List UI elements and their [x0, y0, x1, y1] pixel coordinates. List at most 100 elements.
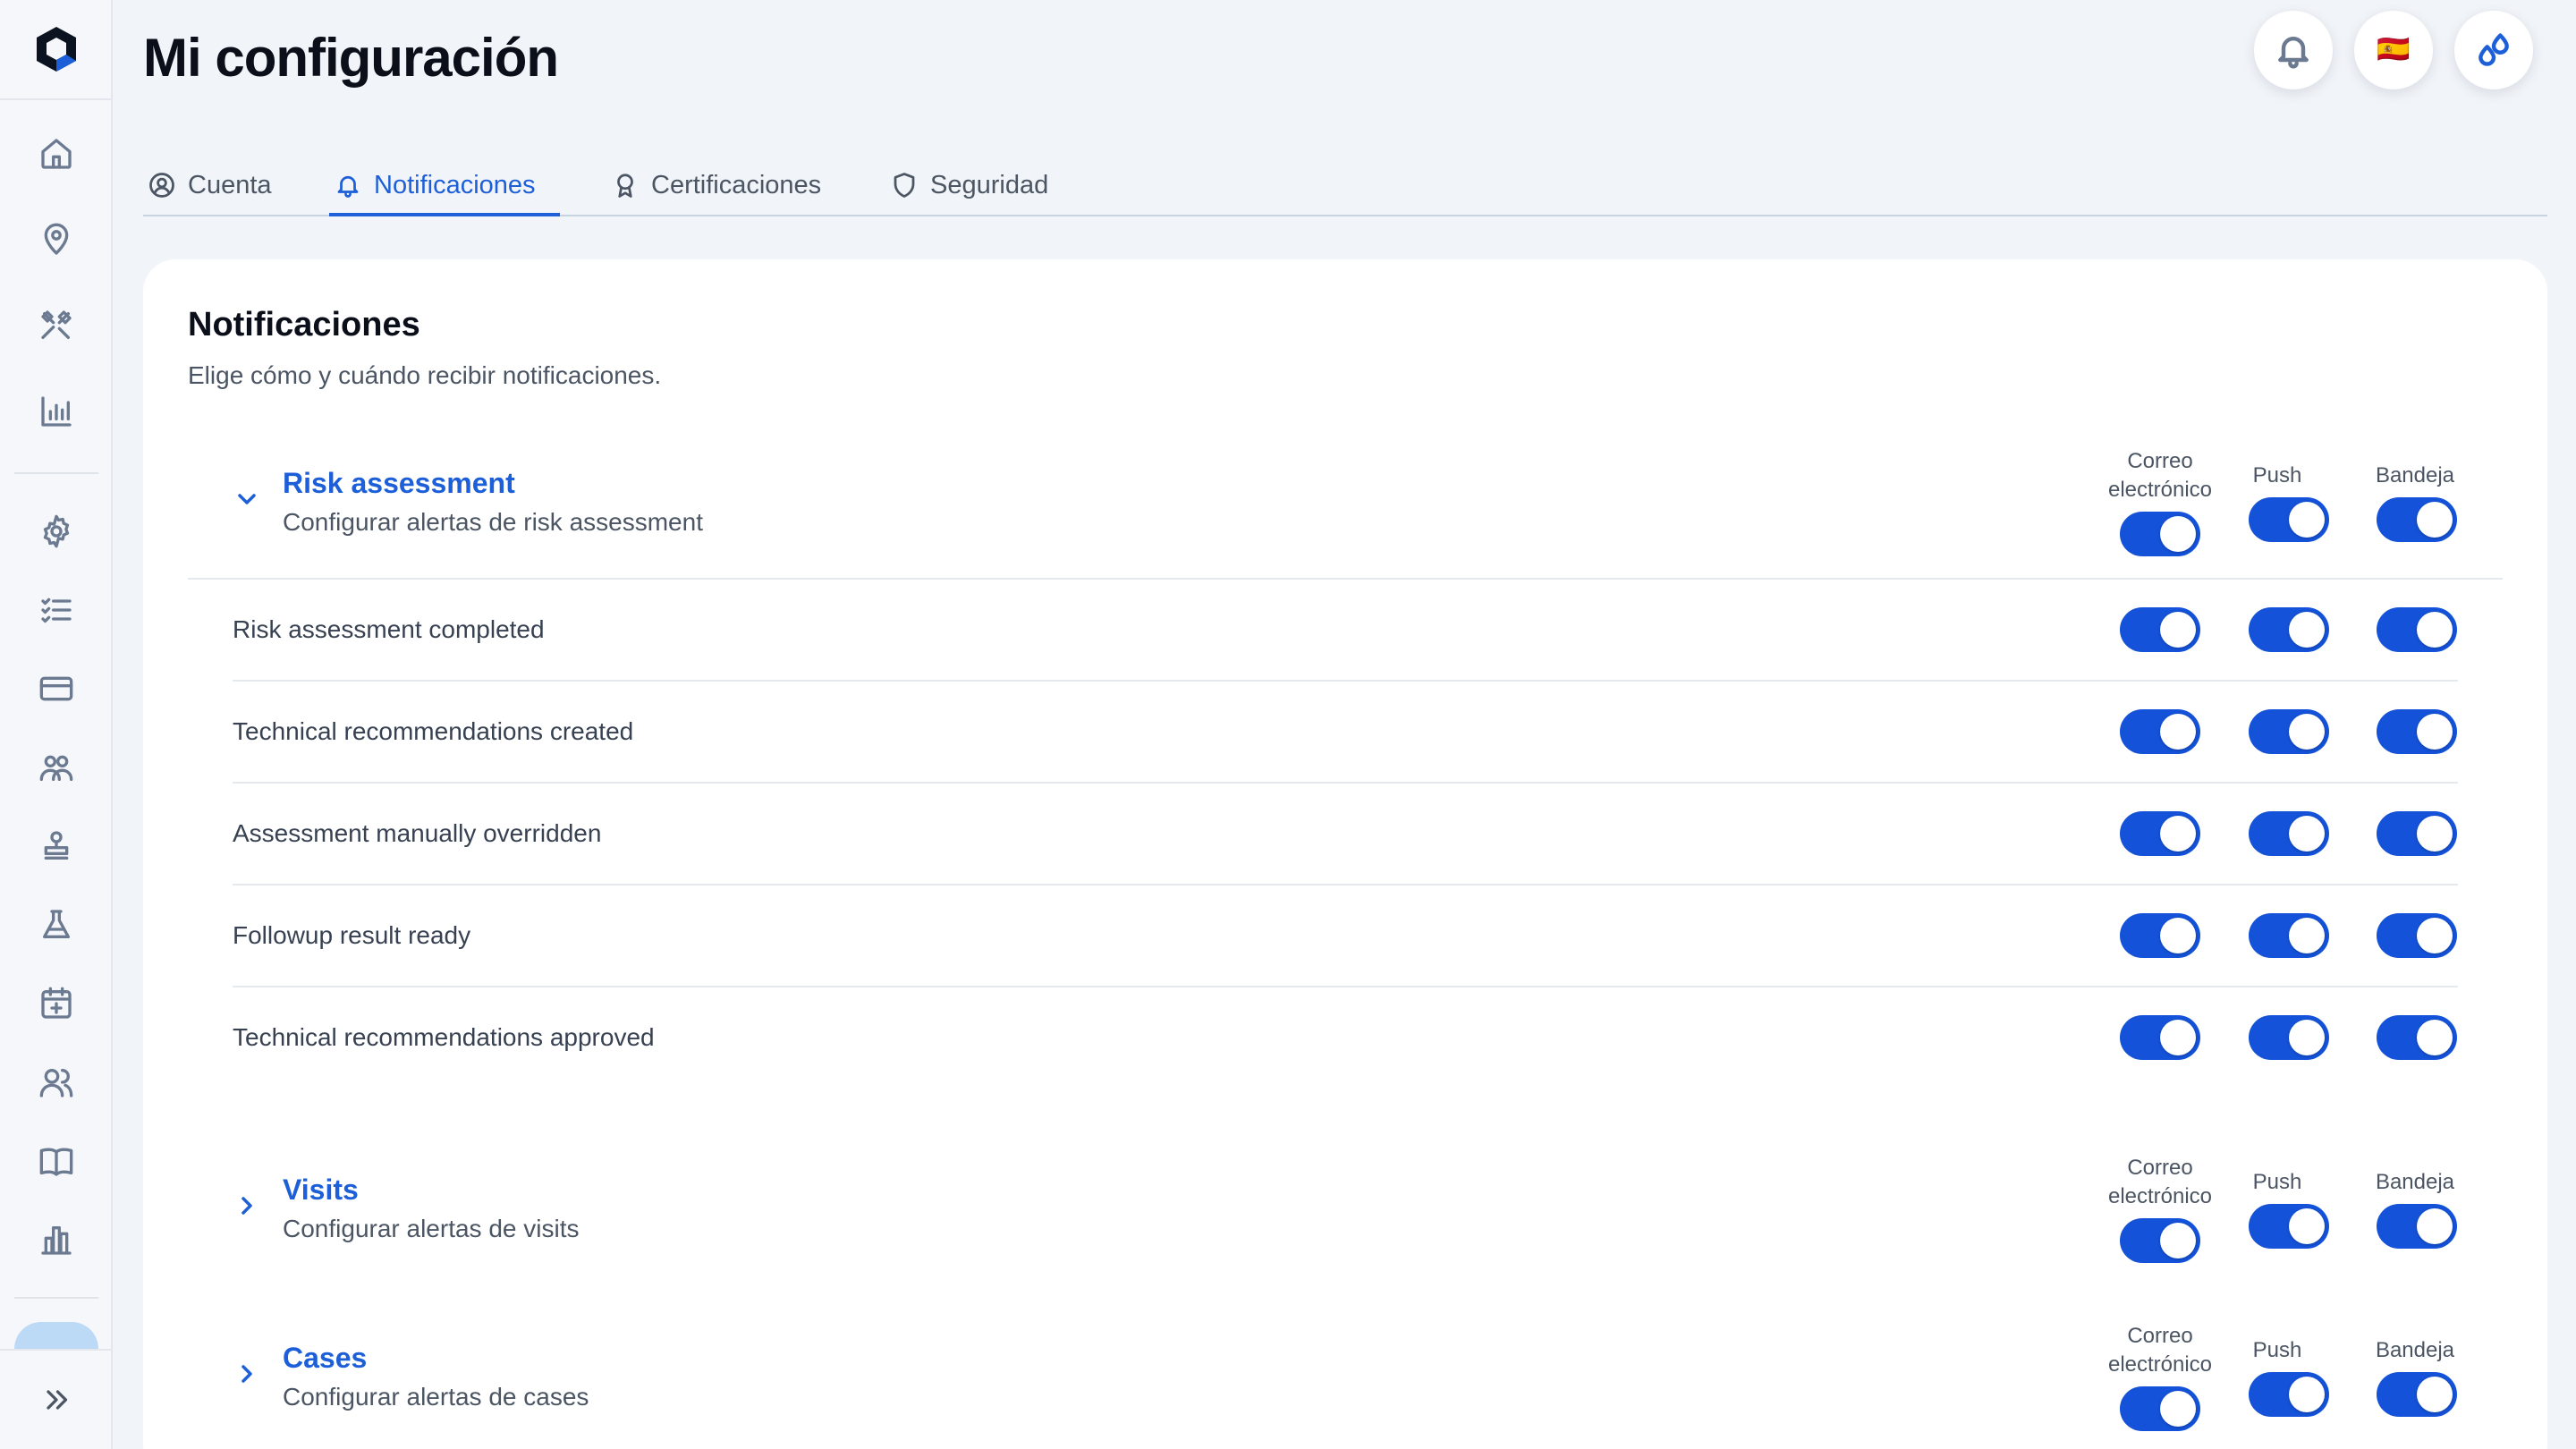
lab-flask-icon[interactable]	[35, 903, 78, 946]
row-divider	[233, 680, 2458, 682]
section-description: Configurar alertas de risk assessment	[283, 508, 703, 536]
section-push-toggle[interactable]	[2249, 497, 2329, 542]
section-title[interactable]: Cases	[283, 1342, 367, 1375]
building-chart-icon[interactable]	[35, 1218, 78, 1261]
section-inbox-toggle[interactable]	[2377, 497, 2457, 542]
column-label-inbox: Bandeja	[2375, 1170, 2455, 1194]
sidebar-divider	[14, 1297, 98, 1299]
bell-icon	[2278, 37, 2309, 69]
row-email-toggle[interactable]	[2120, 913, 2200, 958]
checklist-icon[interactable]	[35, 589, 78, 631]
column-label-email: Correo electrónico	[2093, 1322, 2227, 1379]
row-inbox-toggle[interactable]	[2377, 1015, 2457, 1060]
tab-seguridad[interactable]: Seguridad	[891, 156, 1048, 215]
tools-icon[interactable]	[35, 304, 78, 347]
user-circle-icon	[149, 173, 174, 198]
notification-row-label: Assessment manually overridden	[233, 819, 602, 847]
award-icon	[617, 174, 633, 198]
chevron-down-icon[interactable]	[233, 485, 261, 513]
bar-chart-icon[interactable]	[35, 390, 78, 433]
row-inbox-toggle[interactable]	[2377, 811, 2457, 856]
tab-notificaciones[interactable]: Notificaciones	[335, 156, 536, 215]
row-push-toggle[interactable]	[2249, 811, 2329, 856]
column-label-inbox: Bandeja	[2375, 463, 2455, 487]
notifications-button[interactable]	[2254, 11, 2333, 89]
settings-gear-icon[interactable]	[35, 510, 78, 553]
droplets-icon	[2479, 33, 2509, 66]
notification-row-label: Risk assessment completed	[233, 615, 545, 643]
stamp-icon[interactable]	[35, 825, 78, 868]
notification-row-label: Technical recommendations approved	[233, 1023, 655, 1051]
row-email-toggle[interactable]	[2120, 607, 2200, 652]
column-label-email: Correo electrónico	[2093, 447, 2227, 504]
column-label-email-line1: Correo	[2127, 1324, 2193, 1348]
app-logo[interactable]	[0, 0, 113, 100]
column-label-email-line2: electrónico	[2107, 1184, 2213, 1208]
tab-cuenta[interactable]: Cuenta	[148, 156, 272, 215]
section-inbox-toggle[interactable]	[2377, 1372, 2457, 1417]
row-push-toggle[interactable]	[2249, 913, 2329, 958]
section-description: Configurar alertas de visits	[283, 1215, 580, 1242]
row-push-toggle[interactable]	[2249, 607, 2329, 652]
calendar-add-icon[interactable]	[35, 982, 78, 1025]
settings-tabs: Cuenta Notificaciones Certificaciones Se…	[143, 145, 2547, 216]
row-email-toggle[interactable]	[2120, 811, 2200, 856]
sidebar-divider	[14, 472, 98, 474]
row-email-toggle[interactable]	[2120, 1015, 2200, 1060]
section-email-toggle[interactable]	[2120, 512, 2200, 556]
row-email-toggle[interactable]	[2120, 709, 2200, 754]
row-inbox-toggle[interactable]	[2377, 709, 2457, 754]
card-title: Notificaciones	[188, 306, 420, 343]
double-chevron-right-icon	[47, 1390, 68, 1410]
section-email-toggle[interactable]	[2120, 1218, 2200, 1263]
column-label-email: Correo electrónico	[2093, 1154, 2227, 1211]
logo-icon	[37, 27, 76, 72]
column-label-email-line2: electrónico	[2107, 1352, 2213, 1377]
groups-icon[interactable]	[35, 746, 78, 789]
active-tab-indicator	[329, 213, 560, 216]
row-push-toggle[interactable]	[2249, 709, 2329, 754]
card-subtitle: Elige cómo y cuándo recibir notificacion…	[188, 361, 662, 389]
sidebar-expand-button[interactable]	[0, 1349, 113, 1449]
column-label-push: Push	[2252, 1338, 2302, 1362]
book-icon[interactable]	[35, 1140, 78, 1182]
bell-icon	[337, 175, 359, 198]
user-avatar-button[interactable]	[2454, 11, 2533, 89]
tab-label: Cuenta	[188, 170, 272, 199]
section-push-toggle[interactable]	[2249, 1204, 2329, 1249]
notification-row-label: Followup result ready	[233, 921, 471, 949]
page-title: Mi configuración	[143, 28, 559, 88]
column-label-email-line1: Correo	[2127, 1156, 2193, 1180]
language-button[interactable]: 🇪🇸	[2354, 11, 2433, 89]
spain-flag-icon: 🇪🇸	[2377, 35, 2411, 64]
section-inbox-toggle[interactable]	[2377, 1204, 2457, 1249]
row-inbox-toggle[interactable]	[2377, 913, 2457, 958]
section-email-toggle[interactable]	[2120, 1386, 2200, 1431]
credit-card-icon[interactable]	[35, 667, 78, 710]
section-push-toggle[interactable]	[2249, 1372, 2329, 1417]
row-divider	[233, 782, 2458, 784]
section-title[interactable]: Visits	[283, 1174, 359, 1207]
users-icon[interactable]	[35, 1061, 78, 1104]
help-bubble[interactable]	[14, 1322, 98, 1349]
section-title[interactable]: Risk assessment	[283, 467, 515, 500]
column-label-email-line1: Correo	[2127, 449, 2193, 473]
column-label-email-line2: electrónico	[2107, 478, 2213, 502]
row-divider	[233, 986, 2458, 987]
row-divider	[233, 884, 2458, 886]
row-push-toggle[interactable]	[2249, 1015, 2329, 1060]
tab-certificaciones[interactable]: Certificaciones	[612, 156, 821, 215]
divider	[188, 578, 2503, 580]
tab-label: Certificaciones	[651, 170, 822, 199]
column-label-push: Push	[2252, 463, 2302, 487]
column-label-push: Push	[2252, 1170, 2302, 1194]
home-icon[interactable]	[35, 132, 78, 175]
chevron-right-icon[interactable]	[233, 1191, 261, 1220]
chevron-right-icon[interactable]	[233, 1360, 261, 1388]
location-pin-icon[interactable]	[35, 218, 78, 261]
column-label-inbox: Bandeja	[2375, 1338, 2455, 1362]
section-description: Configurar alertas de cases	[283, 1383, 589, 1411]
row-inbox-toggle[interactable]	[2377, 607, 2457, 652]
notification-row-label: Technical recommendations created	[233, 717, 634, 745]
tab-label: Notificaciones	[374, 170, 536, 199]
